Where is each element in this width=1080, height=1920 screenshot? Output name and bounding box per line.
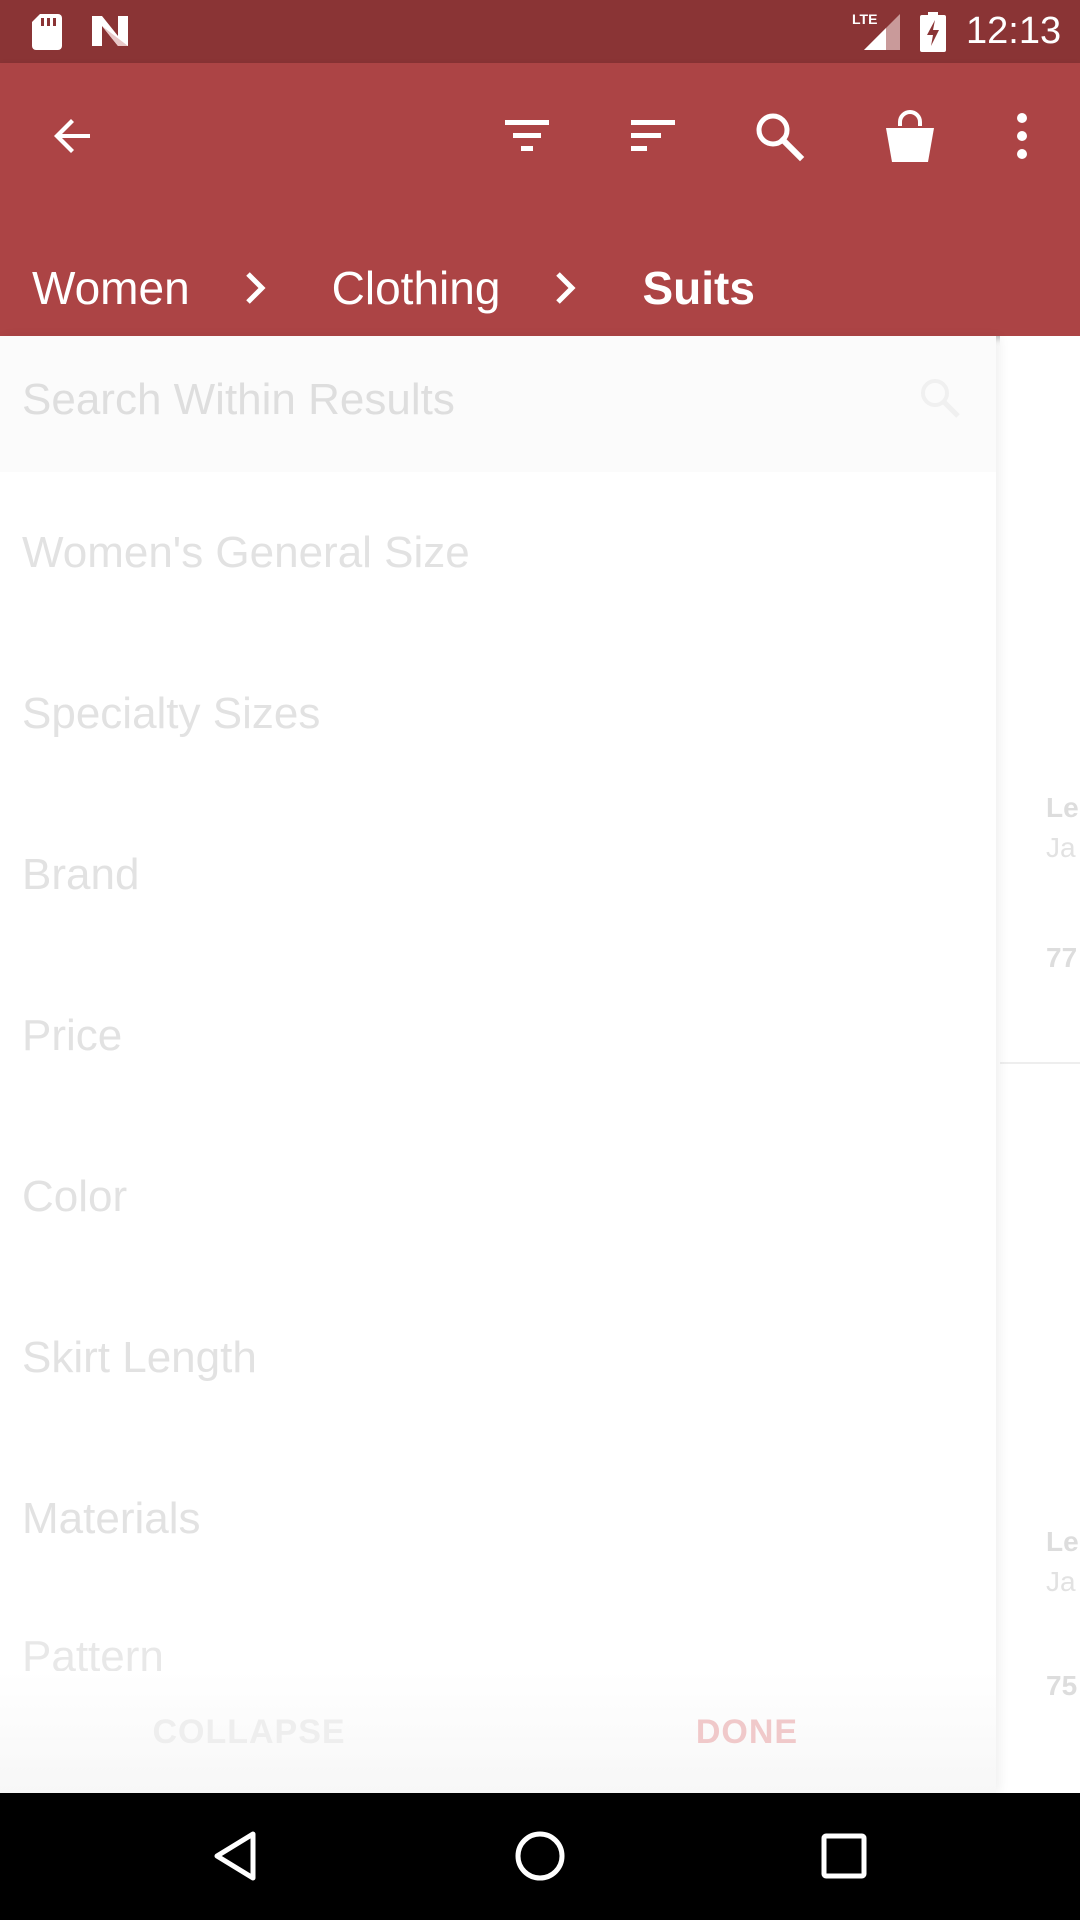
collapse-button[interactable]: COLLAPSE	[0, 1671, 498, 1793]
status-time: 12:13	[966, 10, 1062, 52]
nav-recents-button[interactable]	[799, 1811, 889, 1901]
product-brand: Ja	[1046, 832, 1076, 863]
filter-womens-general-size[interactable]: Women's General Size	[0, 472, 996, 633]
shopping-bag-button[interactable]	[870, 96, 950, 176]
back-button[interactable]	[34, 96, 114, 176]
filter-brand[interactable]: Brand	[0, 794, 996, 955]
nav-back-icon	[214, 1831, 256, 1881]
sort-button[interactable]	[613, 96, 693, 176]
svg-text:LTE: LTE	[852, 11, 877, 27]
lte-signal-icon: LTE	[852, 11, 900, 50]
product-title: Le	[1046, 792, 1079, 823]
filter-skirt-length[interactable]: Skirt Length	[0, 1277, 996, 1438]
drawer-action-bar: COLLAPSE DONE	[0, 1671, 996, 1793]
product-card[interactable]: Le Ja 77	[1000, 336, 1080, 1064]
chevron-right-icon	[226, 268, 286, 308]
filter-materials[interactable]: Materials	[0, 1438, 996, 1599]
product-list: Le Ja 77 Le Ja 75	[1000, 336, 1080, 1793]
filter-drawer: Women's General Size Specialty Sizes Bra…	[0, 336, 996, 1793]
nav-home-icon	[515, 1831, 565, 1881]
back-arrow-icon	[54, 119, 90, 153]
app-bar: Women Clothing Suits	[0, 63, 1080, 336]
filter-icon	[505, 120, 549, 151]
filter-price[interactable]: Price	[0, 955, 996, 1116]
product-price: 75	[1046, 1670, 1078, 1701]
product-brand: Ja	[1046, 1566, 1076, 1597]
screen: LTE 12:13 Women Clothing Suits Le Ja 77 …	[0, 0, 1080, 1920]
nav-home-button[interactable]	[495, 1811, 585, 1901]
product-card[interactable]: Le Ja 75	[1000, 1064, 1080, 1793]
search-within-results	[0, 336, 996, 472]
more-vert-icon	[1017, 113, 1027, 159]
done-button[interactable]: DONE	[498, 1671, 996, 1793]
sd-card-icon	[32, 14, 62, 50]
status-bar: LTE 12:13	[0, 0, 1080, 63]
search-button[interactable]	[739, 96, 819, 176]
battery-charging-icon	[920, 12, 946, 52]
filter-specialty-sizes[interactable]: Specialty Sizes	[0, 633, 996, 794]
breadcrumb-women[interactable]: Women	[32, 261, 190, 315]
search-icon	[756, 113, 805, 162]
nav-recents-icon	[821, 1833, 867, 1879]
breadcrumb-suits: Suits	[642, 262, 755, 314]
filter-button[interactable]	[487, 96, 567, 176]
sort-icon	[631, 120, 675, 151]
search-within-results-input[interactable]	[22, 366, 902, 434]
chevron-right-icon	[536, 268, 596, 308]
product-price: 77	[1046, 942, 1078, 973]
breadcrumb-clothing[interactable]: Clothing	[332, 261, 501, 315]
shopping-bag-icon	[886, 110, 934, 162]
product-title: Le	[1046, 1526, 1079, 1557]
search-icon	[921, 379, 960, 418]
n-icon	[92, 16, 128, 46]
filter-color[interactable]: Color	[0, 1116, 996, 1277]
navigation-bar	[0, 1793, 1080, 1920]
more-options-button[interactable]	[982, 96, 1062, 176]
nav-back-button[interactable]	[192, 1811, 282, 1901]
breadcrumb: Women Clothing Suits	[32, 243, 755, 333]
